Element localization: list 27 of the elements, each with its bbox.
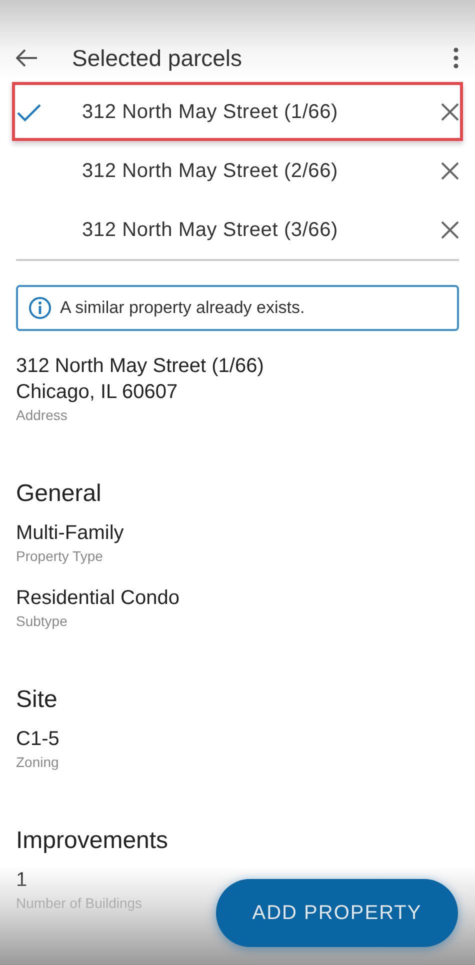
field-label: Address — [16, 406, 68, 424]
parcel-item[interactable]: 312 North May Street (1/66) — [12, 82, 463, 141]
close-icon[interactable] — [441, 220, 459, 238]
parcel-item[interactable]: 312 North May Street (3/66) — [0, 200, 475, 259]
notice-text: A similar property already exists. — [60, 297, 305, 319]
close-icon[interactable] — [441, 162, 459, 180]
section-heading: Site — [16, 684, 58, 714]
field-value: Multi-Family — [16, 520, 124, 546]
more-options-icon[interactable] — [453, 47, 459, 69]
info-icon — [28, 296, 52, 320]
field-value: 312 North May Street (1/66) — [16, 354, 264, 378]
field-value: Residential Condo — [16, 586, 180, 610]
section-heading: Improvements — [16, 826, 168, 856]
field-label: Zoning — [16, 752, 59, 772]
field-value: C1-5 — [16, 726, 60, 752]
field-value: Chicago, IL 60607 — [16, 380, 178, 404]
add-property-button[interactable]: ADD PROPERTY — [216, 879, 458, 947]
field-value: 1 — [16, 868, 28, 892]
field-label: Number of Buildings — [16, 894, 142, 913]
parcel-item[interactable]: 312 North May Street (2/66) — [0, 141, 475, 200]
screen-title: Selected parcels — [72, 44, 244, 73]
section-heading: General — [16, 478, 102, 508]
check-icon — [16, 102, 42, 122]
field-label: Subtype — [16, 612, 68, 631]
close-icon[interactable] — [441, 102, 459, 120]
back-icon[interactable] — [16, 49, 38, 67]
field-label: Property Type — [16, 546, 103, 566]
